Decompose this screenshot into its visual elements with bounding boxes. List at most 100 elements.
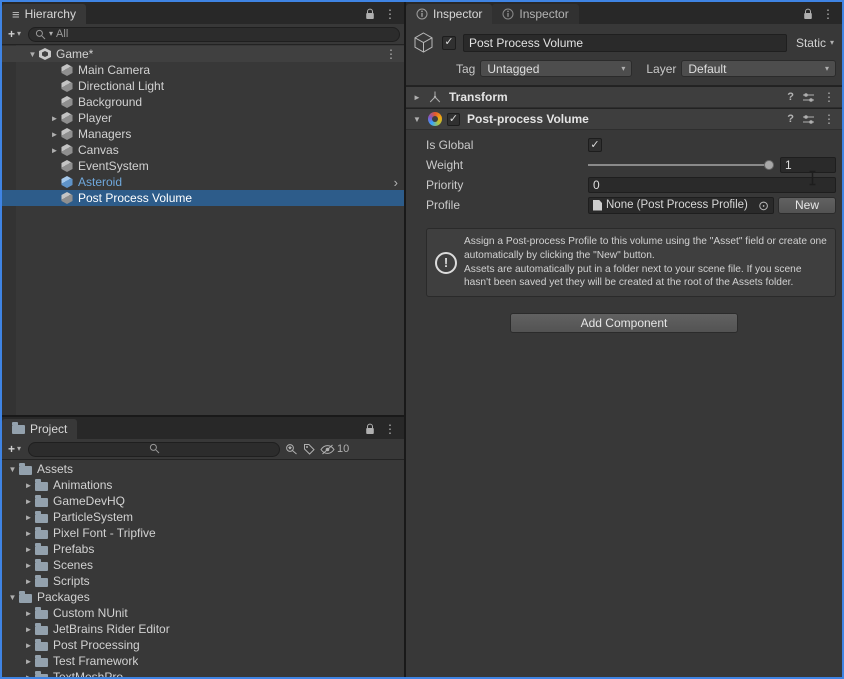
tab-inspector-1[interactable]: Inspector — [406, 4, 493, 24]
foldout-arrow[interactable]: ► — [22, 641, 35, 650]
inspector-tab-label: Inspector — [433, 7, 483, 21]
chevron-down-icon: ▾ — [17, 444, 22, 453]
object-name-input[interactable]: Post Process Volume — [463, 33, 787, 52]
tree-row-pixel-font-tripfive[interactable]: ► Pixel Font - Tripfive — [2, 525, 404, 541]
foldout-arrow[interactable]: ▼ — [6, 593, 19, 602]
kebab-menu-icon[interactable]: ⋮ — [823, 113, 835, 125]
lock-icon[interactable] — [803, 8, 813, 20]
gameobject-cube-icon[interactable] — [412, 31, 435, 54]
foldout-arrow[interactable]: ► — [22, 529, 35, 538]
tree-row-game[interactable]: ▼ Game* ⋮ — [2, 46, 404, 62]
tree-row-post-processing[interactable]: ► Post Processing — [2, 637, 404, 653]
tree-row-animations[interactable]: ► Animations — [2, 477, 404, 493]
hidden-packages-toggle[interactable]: 10 — [320, 443, 349, 455]
foldout-arrow[interactable]: ► — [22, 545, 35, 554]
kebab-menu-icon[interactable]: ⋮ — [823, 91, 835, 103]
tree-row-jetbrains-rider-editor[interactable]: ► JetBrains Rider Editor — [2, 621, 404, 637]
tree-row-asteroid[interactable]: Asteroid › — [2, 174, 404, 190]
kebab-menu-icon[interactable]: ⋮ — [384, 8, 396, 20]
foldout-arrow[interactable]: ► — [22, 673, 35, 678]
profile-object-field[interactable]: None (Post Process Profile) ⊙ — [588, 196, 774, 214]
lock-icon[interactable] — [365, 423, 375, 435]
foldout-arrow[interactable]: ► — [48, 114, 61, 123]
foldout-arrow[interactable]: ► — [411, 93, 423, 102]
foldout-arrow[interactable]: ▼ — [6, 465, 19, 474]
tree-row-prefabs[interactable]: ► Prefabs — [2, 541, 404, 557]
create-asset-button[interactable]: + ▾ — [6, 442, 23, 456]
foldout-arrow[interactable]: ▼ — [26, 50, 39, 59]
tree-row-textmeshpro[interactable]: ► TextMeshPro — [2, 669, 404, 677]
help-icon[interactable]: ? — [787, 91, 794, 103]
hierarchy-tabbar: ≡ Hierarchy ⋮ — [2, 2, 404, 24]
tree-row-scenes[interactable]: ► Scenes — [2, 557, 404, 573]
component-enabled-checkbox[interactable] — [447, 112, 460, 126]
search-by-label-icon[interactable] — [303, 443, 315, 455]
foldout-arrow[interactable]: ► — [22, 577, 35, 586]
tab-inspector-2[interactable]: Inspector — [492, 4, 579, 24]
tree-row-eventsystem[interactable]: EventSystem — [2, 158, 404, 174]
help-line-2: Assets are automatically put in a folder… — [464, 263, 802, 289]
foldout-arrow[interactable]: ► — [22, 561, 35, 570]
tree-row-assets[interactable]: ▼ Assets — [2, 461, 404, 477]
add-component-button[interactable]: Add Component — [510, 313, 738, 334]
foldout-arrow[interactable]: ► — [48, 146, 61, 155]
foldout-arrow[interactable]: ► — [22, 625, 35, 634]
prefab-open-chevron-icon[interactable]: › — [394, 176, 404, 189]
tree-row-post-process-volume[interactable]: Post Process Volume — [2, 190, 404, 206]
kebab-menu-icon[interactable]: ⋮ — [385, 47, 404, 61]
gameobject-icon — [61, 128, 73, 140]
foldout-arrow[interactable]: ▼ — [411, 115, 423, 124]
search-by-type-icon[interactable] — [285, 443, 298, 455]
search-icon — [149, 443, 160, 454]
project-search-input[interactable] — [28, 441, 281, 457]
tree-row-player[interactable]: ► Player — [2, 110, 404, 126]
hidden-count-label: 10 — [337, 443, 350, 455]
is-global-checkbox[interactable] — [588, 138, 602, 152]
tag-dropdown[interactable]: Untagged ▾ — [480, 60, 633, 77]
post-process-volume-header[interactable]: ▼ Post-process Volume ? ⋮ — [406, 108, 842, 130]
tree-row-main-camera[interactable]: Main Camera — [2, 62, 404, 78]
object-picker-icon[interactable]: ⊙ — [758, 199, 769, 212]
tree-row-gamedevhq[interactable]: ► GameDevHQ — [2, 493, 404, 509]
search-filter-chevron-icon[interactable]: ▾ — [49, 30, 53, 38]
foldout-arrow[interactable]: ► — [22, 609, 35, 618]
active-checkbox[interactable] — [442, 35, 456, 50]
foldout-arrow[interactable]: ► — [22, 481, 35, 490]
new-profile-button[interactable]: New — [778, 196, 836, 214]
hierarchy-search-input[interactable]: ▾ All — [28, 26, 400, 42]
tree-row-scripts[interactable]: ► Scripts — [2, 573, 404, 589]
foldout-arrow[interactable]: ► — [48, 130, 61, 139]
tab-project[interactable]: Project — [2, 419, 78, 439]
tree-row-background[interactable]: Background — [2, 94, 404, 110]
slider-handle[interactable] — [764, 160, 774, 170]
tree-row-directional-light[interactable]: Directional Light — [2, 78, 404, 94]
transform-component-header[interactable]: ► Transform ? ⋮ — [406, 86, 842, 108]
folder-icon — [35, 494, 48, 507]
tree-row-particlesystem[interactable]: ► ParticleSystem — [2, 509, 404, 525]
kebab-menu-icon[interactable]: ⋮ — [822, 8, 834, 20]
create-object-button[interactable]: + ▾ — [6, 27, 23, 41]
layer-dropdown[interactable]: Default ▾ — [681, 60, 836, 77]
row-label: Prefabs — [53, 542, 95, 556]
tab-hierarchy[interactable]: ≡ Hierarchy — [2, 4, 86, 24]
tree-row-canvas[interactable]: ► Canvas — [2, 142, 404, 158]
foldout-arrow[interactable]: ► — [22, 657, 35, 666]
slider-track — [588, 164, 770, 166]
presets-icon[interactable] — [802, 92, 815, 103]
weight-slider[interactable] — [588, 157, 776, 173]
tree-row-test-framework[interactable]: ► Test Framework — [2, 653, 404, 669]
static-dropdown[interactable]: Static ▾ — [794, 36, 836, 50]
tree-row-custom-nunit[interactable]: ► Custom NUnit — [2, 605, 404, 621]
lock-icon[interactable] — [365, 8, 375, 20]
inspector-panel: Inspector Inspector ⋮ Post Process Volum… — [406, 2, 842, 677]
foldout-arrow[interactable]: ► — [22, 513, 35, 522]
foldout-arrow[interactable]: ► — [22, 497, 35, 506]
tree-row-packages[interactable]: ▼ Packages — [2, 589, 404, 605]
help-icon[interactable]: ? — [787, 113, 794, 125]
priority-value-field[interactable]: 0 — [588, 177, 836, 193]
tree-row-managers[interactable]: ► Managers — [2, 126, 404, 142]
folder-icon — [35, 478, 48, 491]
kebab-menu-icon[interactable]: ⋮ — [384, 423, 396, 435]
presets-icon[interactable] — [802, 114, 815, 125]
row-label: Canvas — [78, 143, 119, 157]
